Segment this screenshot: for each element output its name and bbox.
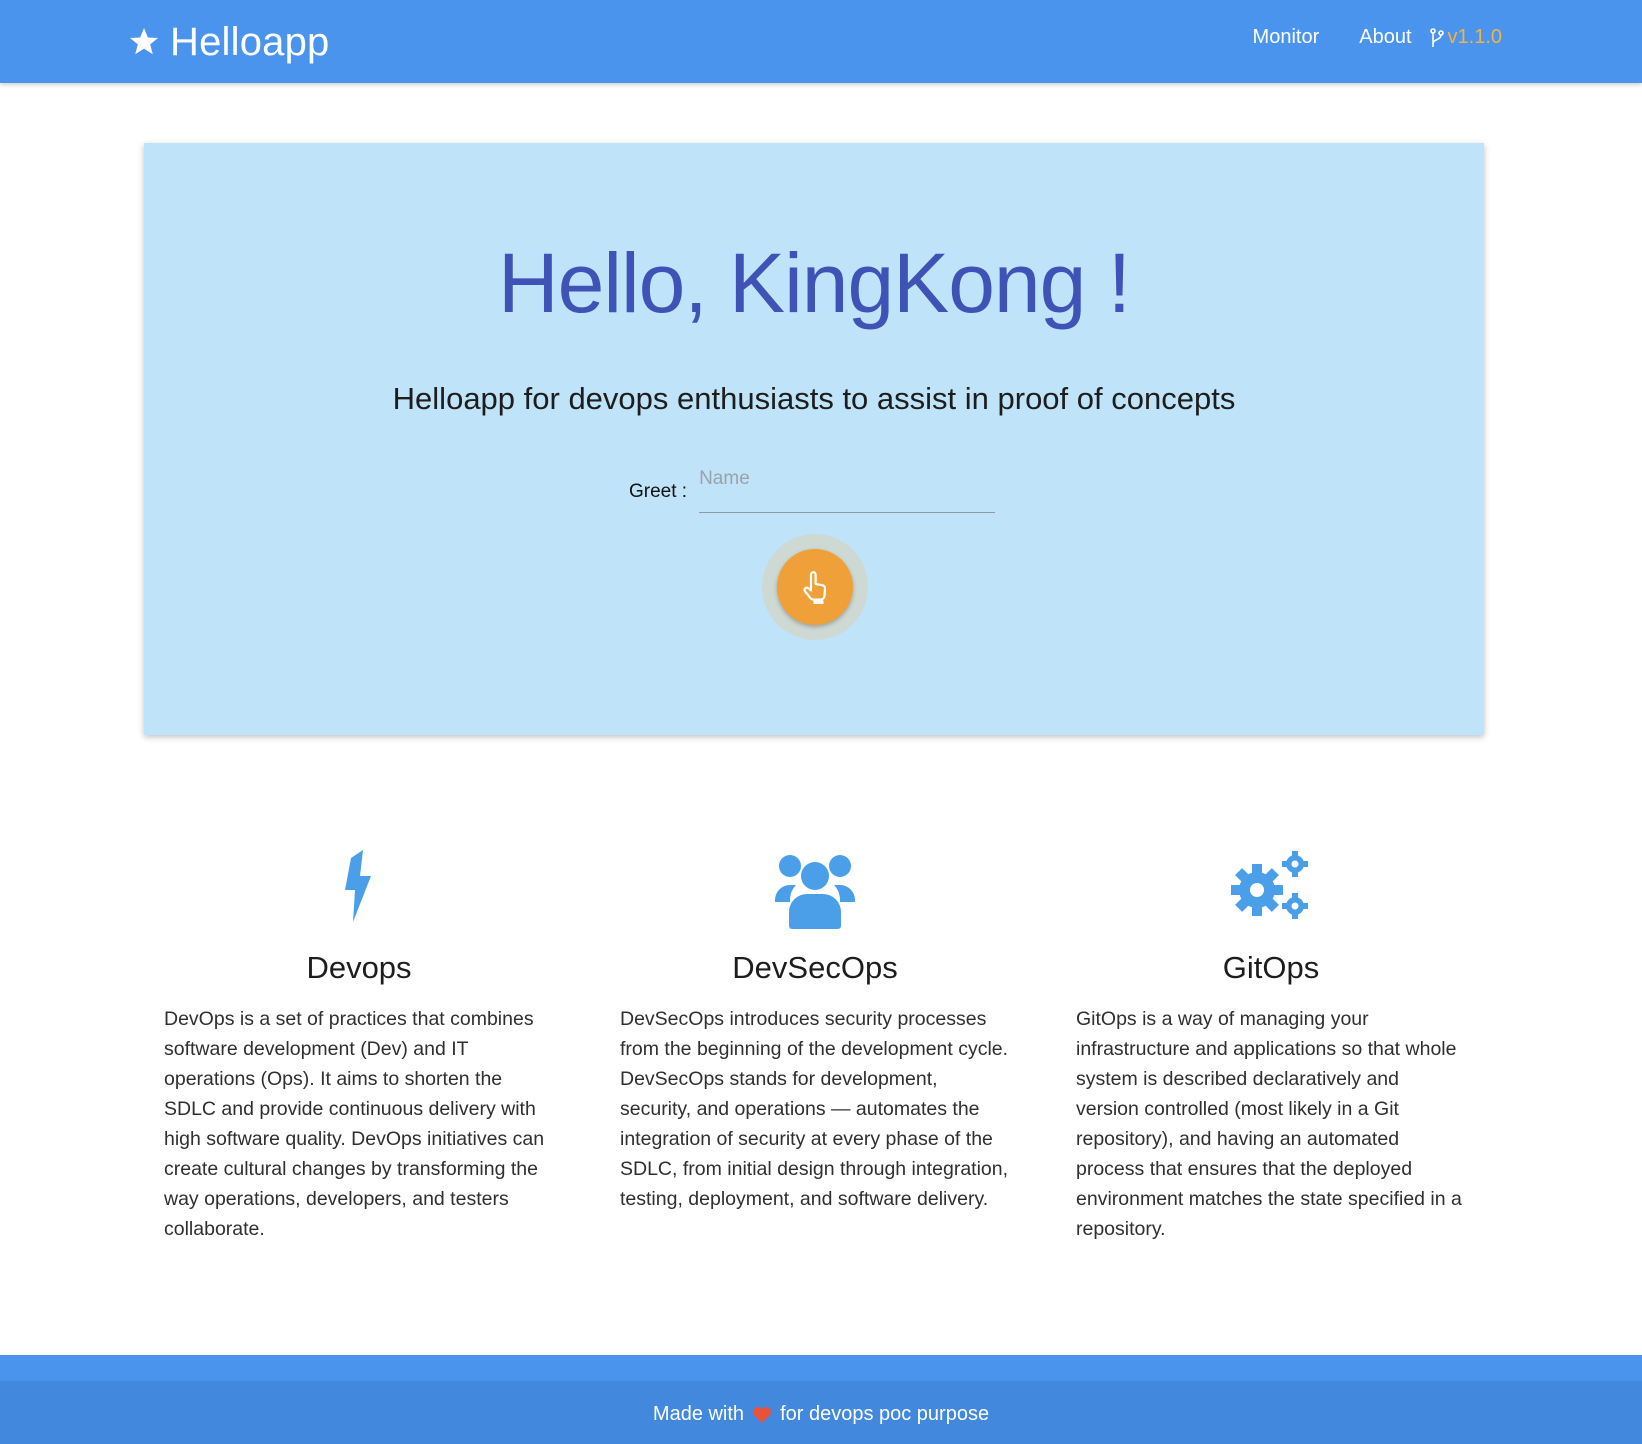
- lightning-bolt-icon: [345, 850, 371, 922]
- star-icon: [130, 28, 158, 55]
- greet-button-halo: [762, 534, 868, 640]
- heart-icon: [753, 1406, 772, 1423]
- footer-text: Made with for devops poc purpose: [0, 1403, 1642, 1426]
- feature-title: DevSecOps: [732, 950, 898, 985]
- feature-title: Devops: [306, 950, 412, 985]
- greet-button[interactable]: [777, 549, 853, 625]
- greet-label: Greet :: [629, 481, 688, 502]
- feature-devops: Devops DevOps is a set of practices that…: [164, 850, 554, 1244]
- feature-text: GitOps is a way of managing your infrast…: [1076, 1008, 1462, 1240]
- nav-link-about[interactable]: About: [1359, 26, 1411, 49]
- gears-icon: [1231, 851, 1308, 919]
- version-badge: v1.1.0: [1429, 26, 1502, 49]
- users-icon: [775, 855, 855, 929]
- hero-jumbotron: Hello, KingKong ! Helloapp for devops en…: [144, 143, 1484, 735]
- nav-link-monitor[interactable]: Monitor: [1253, 26, 1320, 49]
- hero-subtitle: Helloapp for devops enthusiasts to assis…: [392, 381, 1236, 416]
- greet-form: Greet :: [629, 465, 996, 513]
- brand-name: Helloapp: [170, 19, 330, 64]
- brand-link[interactable]: Helloapp: [128, 18, 330, 66]
- git-branch-icon: [1429, 27, 1444, 47]
- name-input[interactable]: [699, 465, 996, 513]
- feature-text: DevSecOps introduces security processes …: [620, 1008, 1009, 1210]
- features-section: Devops DevOps is a set of practices that…: [0, 850, 1642, 1270]
- version-text: v1.1.0: [1447, 26, 1502, 48]
- feature-gitops: GitOps GitOps is a way of managing your …: [1076, 850, 1466, 1244]
- top-navbar: Helloapp Monitor About v1.1.0: [0, 0, 1642, 83]
- footer-suffix: for devops poc purpose: [780, 1403, 990, 1425]
- feature-title: GitOps: [1222, 950, 1320, 985]
- page-footer: Made with for devops poc purpose: [0, 1355, 1642, 1444]
- hero-title: Hello, KingKong !: [497, 236, 1131, 330]
- feature-devsecops: DevSecOps DevSecOps introduces security …: [620, 850, 1010, 1214]
- nav-links: Monitor About v1.1.0: [1213, 26, 1502, 49]
- footer-prefix: Made with: [652, 1403, 745, 1425]
- pointing-hand-icon: [803, 571, 827, 604]
- feature-text: DevOps is a set of practices that combin…: [164, 1008, 545, 1240]
